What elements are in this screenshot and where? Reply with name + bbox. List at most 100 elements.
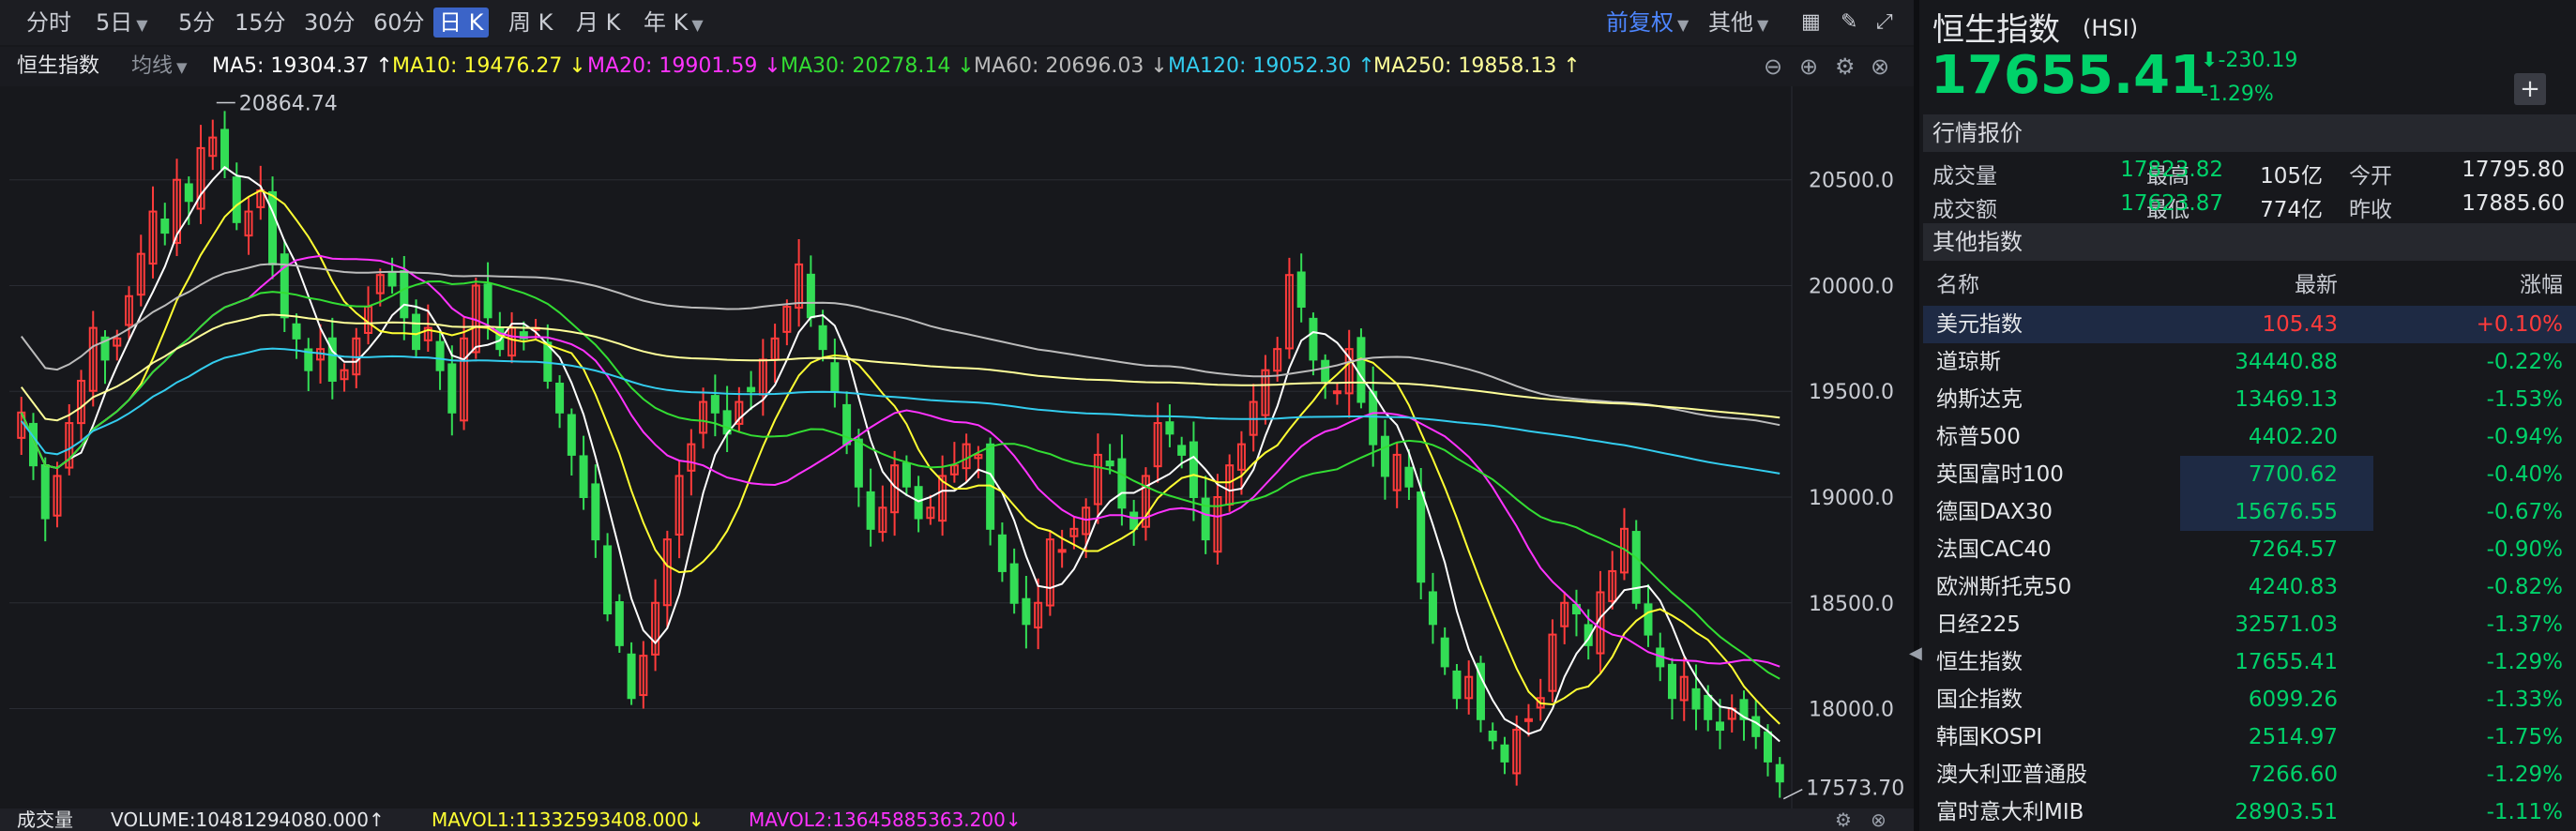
period-tab[interactable]: 30分 xyxy=(298,8,361,38)
candle-body xyxy=(1380,435,1389,477)
period-tab-label: 分时 xyxy=(26,9,71,36)
candle-body xyxy=(1296,271,1306,309)
index-last: 105.43 xyxy=(2262,312,2338,337)
ma-legend: 恒生指数 均线 ▼ MA5: 19304.37 ↑ MA10: 19476.27 ↓… xyxy=(0,47,1914,86)
grid-icon[interactable]: ▦ xyxy=(1796,8,1826,38)
index-name: 欧洲斯托克50 xyxy=(1936,575,2072,599)
index-row[interactable]: 标普500 4402.20 -0.94% xyxy=(1923,418,2576,456)
candle-body xyxy=(591,483,600,541)
index-row[interactable]: 英国富时100 7700.62 -0.40% xyxy=(1923,456,2576,493)
period-tab[interactable]: 周 K xyxy=(503,8,558,38)
chevron-down-icon: ▼ xyxy=(1677,16,1690,34)
period-tab[interactable]: 月 K xyxy=(570,8,626,38)
index-row[interactable]: 美元指数 105.43 +0.10% xyxy=(1923,306,2576,343)
chart-name: 恒生指数 xyxy=(17,54,100,78)
ma-value: MA5: 19304.37 ↑ xyxy=(212,54,393,78)
index-name: 道琼斯 xyxy=(1936,350,2001,374)
index-code: (HSI) xyxy=(2083,15,2139,41)
gear-icon[interactable]: ⚙ xyxy=(1835,53,1856,81)
mavol2-value: MAVOL2:13645885363.200↓ xyxy=(749,808,1022,831)
index-last: 4402.20 xyxy=(2248,425,2338,449)
candle-body xyxy=(614,601,624,646)
candle-body xyxy=(1022,597,1031,626)
index-row[interactable]: 富时意大利MIB 28903.51 -1.11% xyxy=(1923,793,2576,831)
candle-body xyxy=(1631,531,1641,604)
index-pct: -0.22% xyxy=(2486,350,2563,374)
period-tab[interactable]: 分时 xyxy=(21,8,77,38)
chevron-down-icon: ▼ xyxy=(136,16,148,34)
period-tab-label: 15分 xyxy=(235,9,286,36)
index-name: 国企指数 xyxy=(1936,687,2023,712)
candle-body xyxy=(997,534,1007,572)
candlestick-chart[interactable]: 20500.0 20000.0 19500.0 19000.0 18500.0 18000… xyxy=(9,86,1914,808)
candle-body xyxy=(1691,687,1701,710)
index-row[interactable]: 欧洲斯托克50 4240.83 -0.82% xyxy=(1923,568,2576,606)
ma-mode-dropdown[interactable]: 均线 ▼ xyxy=(131,53,188,82)
candle-body xyxy=(1009,563,1019,604)
index-last: 4240.83 xyxy=(2248,575,2338,599)
index-row[interactable]: 法国CAC40 7264.57 -0.90% xyxy=(1923,531,2576,568)
ma-value: MA250: 19858.13 ↑ xyxy=(1373,54,1581,78)
candle-body xyxy=(1500,744,1509,763)
index-row[interactable]: 韩国KOSPI 2514.97 -1.75% xyxy=(1923,718,2576,756)
index-row[interactable]: 纳斯达克 13469.13 -1.53% xyxy=(1923,381,2576,418)
gear-icon[interactable]: ⚙ xyxy=(1835,808,1852,831)
index-row[interactable]: 德国DAX30 15676.55 -0.67% xyxy=(1923,493,2576,531)
close-icon[interactable]: ⊗ xyxy=(1871,808,1887,831)
ma-value: MA120: 19052.30 ↑ xyxy=(1168,54,1375,78)
candle-body xyxy=(1452,670,1462,700)
y-tick-label: 18000.0 xyxy=(1809,699,1894,722)
other-indices-header: 其他指数 xyxy=(1923,223,2576,261)
candle-body xyxy=(603,545,613,615)
candle-body xyxy=(1644,603,1653,636)
minus-circle-icon[interactable]: ⊖ xyxy=(1764,53,1782,81)
collapse-panel-icon[interactable]: ◀ xyxy=(1909,643,1922,663)
candle-body xyxy=(1751,716,1761,737)
fullscreen-icon[interactable]: ⤢ xyxy=(1871,8,1899,38)
candle-body xyxy=(1775,763,1784,783)
plus-circle-icon[interactable]: ⊕ xyxy=(1799,53,1818,81)
col-name: 名称 xyxy=(1936,273,1979,297)
adjust-label: 前复权 xyxy=(1606,9,1674,36)
quote-l3: 昨收 xyxy=(2349,198,2392,222)
index-row[interactable]: 国企指数 6099.26 -1.33% xyxy=(1923,681,2576,718)
period-tab-label: 周 K xyxy=(508,9,553,36)
period-tab[interactable]: 5日 ▼ xyxy=(90,8,154,38)
other-dropdown[interactable]: 其他 ▼ xyxy=(1703,8,1774,38)
candle-body xyxy=(627,653,636,700)
period-tab[interactable]: 5分 xyxy=(173,8,220,38)
candle-body xyxy=(292,323,301,340)
period-tab[interactable]: 60分 xyxy=(368,8,431,38)
candle-body xyxy=(747,386,756,393)
panel-divider[interactable] xyxy=(1914,0,1919,831)
index-name: 法国CAC40 xyxy=(1936,537,2052,562)
index-row[interactable]: 恒生指数 17655.41 -1.29% xyxy=(1923,643,2576,681)
candle-body xyxy=(1332,390,1341,395)
candle-body xyxy=(1356,337,1366,403)
pen-icon[interactable]: ✎ xyxy=(1835,8,1863,38)
index-last: 32571.03 xyxy=(2235,612,2338,637)
index-pct: -0.82% xyxy=(2486,575,2563,599)
col-last: 最新 xyxy=(2295,273,2338,297)
quote-v2: 17623.87 xyxy=(2120,191,2223,216)
candle-body xyxy=(1428,591,1437,626)
chevron-down-icon: ▼ xyxy=(691,16,704,34)
price-change-value: -230.19 xyxy=(2218,49,2298,72)
period-tab[interactable]: 年 K ▼ xyxy=(638,8,709,38)
period-tab[interactable]: 日 K xyxy=(433,8,490,38)
quote-v3: 17795.80 xyxy=(2462,158,2565,182)
low-marker-line xyxy=(1782,788,1803,800)
adjust-dropdown[interactable]: 前复权 ▼ xyxy=(1600,8,1694,38)
add-watchlist-button[interactable]: + xyxy=(2514,73,2546,105)
close-icon[interactable]: ⊗ xyxy=(1871,53,1889,81)
other-label: 其他 xyxy=(1708,9,1753,36)
candle-body xyxy=(1763,731,1773,763)
index-row[interactable]: 日经225 32571.03 -1.37% xyxy=(1923,606,2576,643)
y-tick-label: 20500.0 xyxy=(1809,170,1894,193)
period-tab-label: 年 K xyxy=(644,9,689,36)
candle-body xyxy=(902,462,911,488)
index-row[interactable]: 道琼斯 34440.88 -0.22% xyxy=(1923,343,2576,381)
index-row[interactable]: 澳大利亚普通股 7266.60 -1.29% xyxy=(1923,756,2576,793)
candle-body xyxy=(818,325,827,351)
period-tab[interactable]: 15分 xyxy=(229,8,292,38)
